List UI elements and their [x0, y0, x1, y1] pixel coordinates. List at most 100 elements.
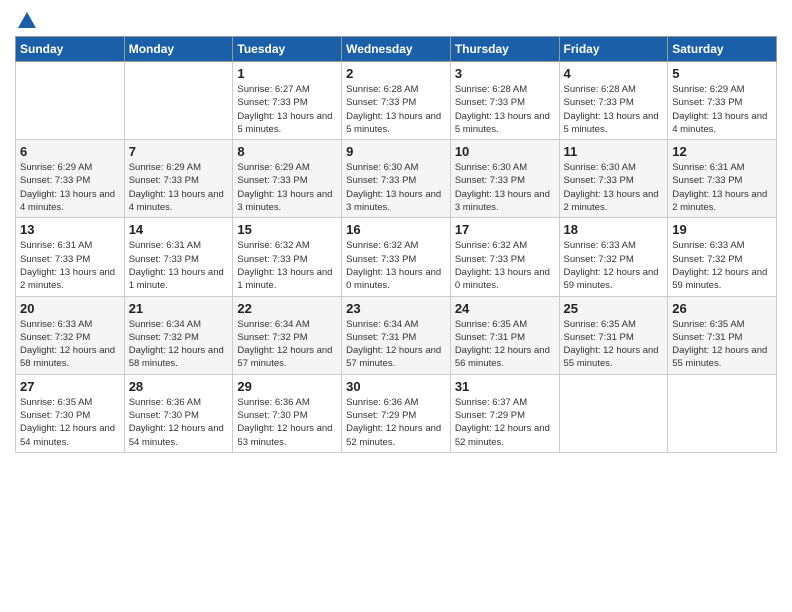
calendar-table: SundayMondayTuesdayWednesdayThursdayFrid… [15, 36, 777, 453]
calendar-cell [668, 374, 777, 452]
weekday-header-thursday: Thursday [450, 37, 559, 62]
day-info: Sunrise: 6:34 AM Sunset: 7:32 PM Dayligh… [237, 318, 337, 371]
weekday-header-monday: Monday [124, 37, 233, 62]
day-number: 26 [672, 301, 772, 316]
day-number: 16 [346, 222, 446, 237]
header [15, 10, 777, 28]
calendar-cell: 8Sunrise: 6:29 AM Sunset: 7:33 PM Daylig… [233, 140, 342, 218]
calendar-cell: 10 Sunrise: 6:30 AM Sunset: 7:33 PM Dayli… [450, 140, 559, 218]
day-number: 6 [20, 144, 120, 159]
day-number: 29 [237, 379, 337, 394]
calendar-cell: 3 Sunrise: 6:28 AM Sunset: 7:33 PM Daylig… [450, 62, 559, 140]
day-info: Sunrise: 6:30 AM Sunset: 7:33 PM Dayligh… [346, 161, 446, 214]
logo [15, 10, 38, 28]
day-number: 8 [237, 144, 337, 159]
calendar-cell: 15 Sunrise: 6:32 AM Sunset: 7:33 PM Dayli… [233, 218, 342, 296]
day-info: Sunrise: 6:29 AM Sunset: 7:33 PM Dayligh… [20, 161, 120, 214]
day-number: 22 [237, 301, 337, 316]
calendar-cell: 13 Sunrise: 6:31 AM Sunset: 7:33 PM Dayli… [16, 218, 125, 296]
page: SundayMondayTuesdayWednesdayThursdayFrid… [0, 0, 792, 612]
day-number: 28 [129, 379, 229, 394]
calendar-cell: 19 Sunrise: 6:33 AM Sunset: 7:32 PM Dayli… [668, 218, 777, 296]
calendar-cell: 26 Sunrise: 6:35 AM Sunset: 7:31 PM Dayli… [668, 296, 777, 374]
day-number: 15 [237, 222, 337, 237]
weekday-header-tuesday: Tuesday [233, 37, 342, 62]
day-info: Sunrise: 6:34 AM Sunset: 7:31 PM Dayligh… [346, 318, 446, 371]
day-info: Sunrise: 6:37 AM Sunset: 7:29 PM Dayligh… [455, 396, 555, 449]
calendar-cell: 5 Sunrise: 6:29 AM Sunset: 7:33 PM Daylig… [668, 62, 777, 140]
weekday-header-wednesday: Wednesday [342, 37, 451, 62]
calendar-cell: 16 Sunrise: 6:32 AM Sunset: 7:33 PM Dayli… [342, 218, 451, 296]
day-number: 24 [455, 301, 555, 316]
day-info: Sunrise: 6:29 AM Sunset: 7:33 PM Dayligh… [672, 83, 772, 136]
day-info: Sunrise: 6:28 AM Sunset: 7:33 PM Dayligh… [564, 83, 664, 136]
calendar-cell: 30 Sunrise: 6:36 AM Sunset: 7:29 PM Dayli… [342, 374, 451, 452]
calendar-week-4: 27 Sunrise: 6:35 AM Sunset: 7:30 PM Dayli… [16, 374, 777, 452]
calendar-cell: 22 Sunrise: 6:34 AM Sunset: 7:32 PM Dayli… [233, 296, 342, 374]
day-info: Sunrise: 6:31 AM Sunset: 7:33 PM Dayligh… [20, 239, 120, 292]
calendar-cell: 7 Sunrise: 6:29 AM Sunset: 7:33 PM Daylig… [124, 140, 233, 218]
day-info: Sunrise: 6:33 AM Sunset: 7:32 PM Dayligh… [564, 239, 664, 292]
day-info: Sunrise: 6:35 AM Sunset: 7:31 PM Dayligh… [564, 318, 664, 371]
weekday-header-saturday: Saturday [668, 37, 777, 62]
day-number: 13 [20, 222, 120, 237]
day-number: 19 [672, 222, 772, 237]
day-info: Sunrise: 6:35 AM Sunset: 7:31 PM Dayligh… [455, 318, 555, 371]
calendar-cell: 4Sunrise: 6:28 AM Sunset: 7:33 PM Daylig… [559, 62, 668, 140]
calendar-cell: 14Sunrise: 6:31 AM Sunset: 7:33 PM Dayli… [124, 218, 233, 296]
day-number: 18 [564, 222, 664, 237]
calendar-cell: 1Sunrise: 6:27 AM Sunset: 7:33 PM Daylig… [233, 62, 342, 140]
day-info: Sunrise: 6:30 AM Sunset: 7:33 PM Dayligh… [455, 161, 555, 214]
day-number: 21 [129, 301, 229, 316]
calendar-week-3: 20Sunrise: 6:33 AM Sunset: 7:32 PM Dayli… [16, 296, 777, 374]
calendar-cell [16, 62, 125, 140]
calendar-cell: 23 Sunrise: 6:34 AM Sunset: 7:31 PM Dayli… [342, 296, 451, 374]
calendar-cell: 11 Sunrise: 6:30 AM Sunset: 7:33 PM Dayli… [559, 140, 668, 218]
day-info: Sunrise: 6:35 AM Sunset: 7:30 PM Dayligh… [20, 396, 120, 449]
calendar-cell: 12 Sunrise: 6:31 AM Sunset: 7:33 PM Dayli… [668, 140, 777, 218]
day-number: 14 [129, 222, 229, 237]
calendar-cell [559, 374, 668, 452]
calendar-cell: 28Sunrise: 6:36 AM Sunset: 7:30 PM Dayli… [124, 374, 233, 452]
logo-icon [16, 10, 38, 32]
day-number: 30 [346, 379, 446, 394]
day-info: Sunrise: 6:32 AM Sunset: 7:33 PM Dayligh… [237, 239, 337, 292]
day-number: 23 [346, 301, 446, 316]
day-number: 12 [672, 144, 772, 159]
day-number: 27 [20, 379, 120, 394]
day-info: Sunrise: 6:28 AM Sunset: 7:33 PM Dayligh… [346, 83, 446, 136]
day-number: 10 [455, 144, 555, 159]
day-info: Sunrise: 6:32 AM Sunset: 7:33 PM Dayligh… [455, 239, 555, 292]
day-info: Sunrise: 6:32 AM Sunset: 7:33 PM Dayligh… [346, 239, 446, 292]
calendar-cell: 27 Sunrise: 6:35 AM Sunset: 7:30 PM Dayli… [16, 374, 125, 452]
day-info: Sunrise: 6:34 AM Sunset: 7:32 PM Dayligh… [129, 318, 229, 371]
day-number: 3 [455, 66, 555, 81]
calendar-cell: 6 Sunrise: 6:29 AM Sunset: 7:33 PM Daylig… [16, 140, 125, 218]
day-info: Sunrise: 6:27 AM Sunset: 7:33 PM Dayligh… [237, 83, 337, 136]
day-info: Sunrise: 6:28 AM Sunset: 7:33 PM Dayligh… [455, 83, 555, 136]
day-number: 5 [672, 66, 772, 81]
calendar-cell: 20Sunrise: 6:33 AM Sunset: 7:32 PM Dayli… [16, 296, 125, 374]
day-number: 11 [564, 144, 664, 159]
calendar-cell [124, 62, 233, 140]
calendar-cell: 24 Sunrise: 6:35 AM Sunset: 7:31 PM Dayli… [450, 296, 559, 374]
calendar-cell: 9 Sunrise: 6:30 AM Sunset: 7:33 PM Daylig… [342, 140, 451, 218]
day-info: Sunrise: 6:35 AM Sunset: 7:31 PM Dayligh… [672, 318, 772, 371]
day-info: Sunrise: 6:29 AM Sunset: 7:33 PM Dayligh… [129, 161, 229, 214]
day-info: Sunrise: 6:31 AM Sunset: 7:33 PM Dayligh… [672, 161, 772, 214]
calendar-week-1: 6 Sunrise: 6:29 AM Sunset: 7:33 PM Daylig… [16, 140, 777, 218]
day-info: Sunrise: 6:36 AM Sunset: 7:29 PM Dayligh… [346, 396, 446, 449]
day-info: Sunrise: 6:33 AM Sunset: 7:32 PM Dayligh… [672, 239, 772, 292]
day-number: 2 [346, 66, 446, 81]
calendar-cell: 31Sunrise: 6:37 AM Sunset: 7:29 PM Dayli… [450, 374, 559, 452]
day-number: 7 [129, 144, 229, 159]
day-info: Sunrise: 6:30 AM Sunset: 7:33 PM Dayligh… [564, 161, 664, 214]
day-number: 25 [564, 301, 664, 316]
calendar-cell: 29 Sunrise: 6:36 AM Sunset: 7:30 PM Dayli… [233, 374, 342, 452]
day-info: Sunrise: 6:36 AM Sunset: 7:30 PM Dayligh… [237, 396, 337, 449]
calendar-cell: 2 Sunrise: 6:28 AM Sunset: 7:33 PM Daylig… [342, 62, 451, 140]
day-number: 9 [346, 144, 446, 159]
calendar-cell: 17Sunrise: 6:32 AM Sunset: 7:33 PM Dayli… [450, 218, 559, 296]
calendar-cell: 18 Sunrise: 6:33 AM Sunset: 7:32 PM Dayli… [559, 218, 668, 296]
calendar-cell: 21 Sunrise: 6:34 AM Sunset: 7:32 PM Dayli… [124, 296, 233, 374]
